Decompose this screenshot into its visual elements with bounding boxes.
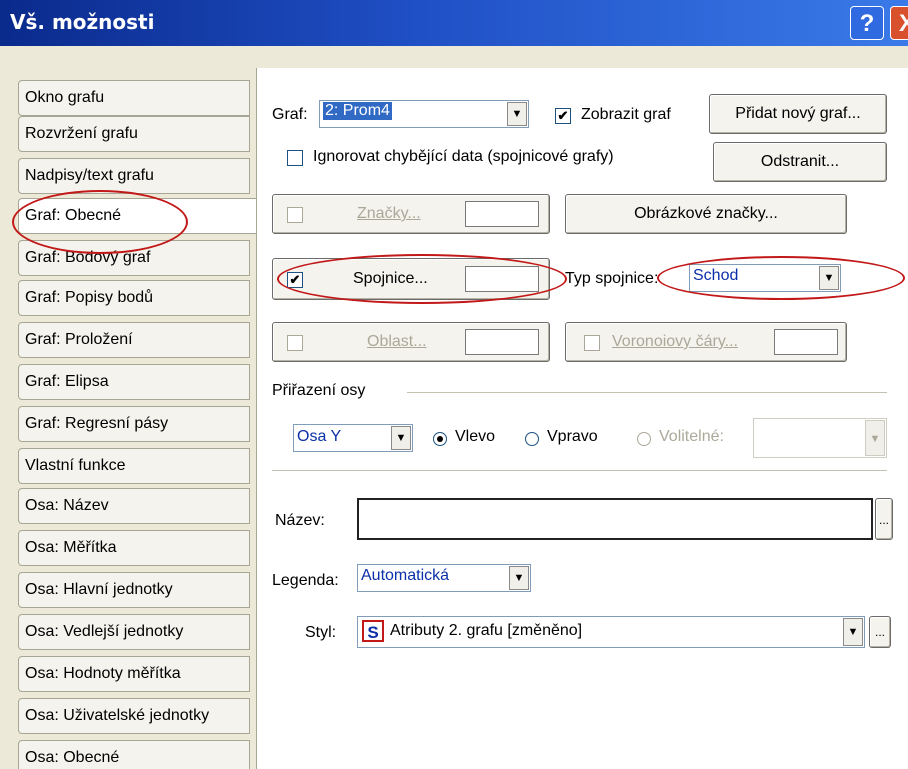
legend-select-value: Automatická xyxy=(361,567,450,584)
style-select[interactable]: S Atributy 2. grafu [změněno] ▼ xyxy=(357,616,865,648)
graph-label: Graf: xyxy=(272,106,308,123)
axis-select-value: Osa Y xyxy=(297,428,342,445)
show-graph-label: Zobrazit graf xyxy=(581,106,671,123)
style-icon: S xyxy=(362,620,384,642)
tab-graf-bodovy-graf[interactable]: Graf: Bodový graf xyxy=(18,240,250,276)
line-type-select[interactable]: Schod ▼ xyxy=(689,264,841,292)
voronoi-swatch[interactable] xyxy=(774,329,838,355)
markers-checkbox[interactable] xyxy=(287,207,303,223)
style-select-value: Atributy 2. grafu [změněno] xyxy=(390,622,583,639)
ignore-missing-label: Ignorovat chybějící data (spojnicové gra… xyxy=(313,148,614,165)
lines-swatch[interactable] xyxy=(465,266,539,292)
chevron-down-icon[interactable]: ▼ xyxy=(507,102,527,126)
name-label: Název: xyxy=(275,512,325,529)
tab-graf-prolozeni[interactable]: Graf: Proložení xyxy=(18,322,250,358)
area-button[interactable]: Oblast... xyxy=(367,333,427,351)
tab-graf-popisy-bodu[interactable]: Graf: Popisy bodů xyxy=(18,280,250,316)
lines-checkbox[interactable]: ✔ xyxy=(287,272,303,288)
style-label: Styl: xyxy=(305,624,337,641)
legend-select[interactable]: Automatická ▼ xyxy=(357,564,531,592)
legend-label: Legenda: xyxy=(272,572,339,589)
chevron-down-icon[interactable]: ▼ xyxy=(819,266,839,290)
show-graph-checkbox[interactable]: ✔ xyxy=(555,108,571,124)
area-swatch[interactable] xyxy=(465,329,539,355)
graph-select-value: 2: Prom4 xyxy=(323,102,392,120)
window-title: Vš. možnosti xyxy=(10,10,155,34)
axis-left-radio[interactable] xyxy=(433,432,447,446)
axis-left-label: Vlevo xyxy=(455,428,496,445)
axis-select[interactable]: Osa Y ▼ xyxy=(293,424,413,452)
chevron-down-icon[interactable]: ▼ xyxy=(843,618,863,646)
title-bar: Vš. možnosti ? X xyxy=(0,0,908,46)
line-type-value: Schod xyxy=(693,267,739,284)
tab-osa-hlavni-jednotky[interactable]: Osa: Hlavní jednotky xyxy=(18,572,250,608)
tab-osa-meritka[interactable]: Osa: Měřítka xyxy=(18,530,250,566)
chevron-down-icon[interactable]: ▼ xyxy=(509,566,529,590)
axis-right-radio[interactable] xyxy=(525,432,539,446)
tab-osa-hodnoty-meritka[interactable]: Osa: Hodnoty měřítka xyxy=(18,656,250,692)
graph-select[interactable]: 2: Prom4 ▼ xyxy=(319,100,529,128)
axis-custom-select[interactable]: ▼ xyxy=(753,418,887,458)
remove-graph-button[interactable]: Odstranit... xyxy=(713,142,887,182)
tab-osa-uzivatelske-jednotky[interactable]: Osa: Uživatelské jednotky xyxy=(18,698,250,734)
name-input[interactable] xyxy=(357,498,873,540)
close-button[interactable]: X xyxy=(890,6,908,40)
tab-rozvrzeni-grafu[interactable]: Rozvržení grafu xyxy=(18,116,250,152)
voronoi-button[interactable]: Voronoiovy čáry... xyxy=(612,333,738,351)
line-type-label: Typ spojnice: xyxy=(565,270,659,287)
markers-button[interactable]: Značky... xyxy=(357,205,421,223)
markers-swatch[interactable] xyxy=(465,201,539,227)
tab-nadpisy-text-grafu[interactable]: Nadpisy/text grafu xyxy=(18,158,250,194)
tab-okno-grafu[interactable]: Okno grafu xyxy=(18,80,250,116)
tab-graf-elipsa[interactable]: Graf: Elipsa xyxy=(18,364,250,400)
tab-osa-obecne[interactable]: Osa: Obecné xyxy=(18,740,250,769)
voronoi-checkbox[interactable] xyxy=(584,335,600,351)
chevron-down-icon[interactable]: ▼ xyxy=(865,420,885,456)
area-group: Oblast... xyxy=(272,322,550,362)
group-divider xyxy=(407,392,887,393)
ignore-missing-checkbox[interactable] xyxy=(287,150,303,166)
markers-group: Značky... xyxy=(272,194,550,234)
tab-list: Okno grafu Rozvržení grafu Nadpisy/text … xyxy=(8,58,260,769)
lines-button[interactable]: Spojnice... xyxy=(353,270,428,288)
lines-group: ✔ Spojnice... xyxy=(272,258,550,300)
separator xyxy=(272,470,887,471)
axis-custom-radio[interactable] xyxy=(637,432,651,446)
image-markers-button[interactable]: Obrázkové značky... xyxy=(565,194,847,234)
axis-custom-label: Volitelné: xyxy=(659,428,724,445)
voronoi-group: Voronoiovy čáry... xyxy=(565,322,847,362)
area-checkbox[interactable] xyxy=(287,335,303,351)
tab-vlastni-funkce[interactable]: Vlastní funkce xyxy=(18,448,250,484)
tab-graf-regresni-pasy[interactable]: Graf: Regresní pásy xyxy=(18,406,250,442)
tab-content: Graf: 2: Prom4 ▼ ✔ Zobrazit graf Přidat … xyxy=(256,68,908,769)
axis-right-label: Vpravo xyxy=(547,428,598,445)
tab-osa-vedlejsi-jednotky[interactable]: Osa: Vedlejší jednotky xyxy=(18,614,250,650)
chevron-down-icon[interactable]: ▼ xyxy=(391,426,411,450)
axis-assignment-label: Přiřazení osy xyxy=(272,382,366,399)
help-button[interactable]: ? xyxy=(850,6,884,40)
add-graph-button[interactable]: Přidat nový graf... xyxy=(709,94,887,134)
tab-graf-obecne[interactable]: Graf: Obecné xyxy=(18,198,260,234)
style-ellipsis-button[interactable]: ... xyxy=(869,616,891,648)
tab-osa-nazev[interactable]: Osa: Název xyxy=(18,488,250,524)
name-ellipsis-button[interactable]: ... xyxy=(875,498,893,540)
options-dialog: Vš. možnosti ? X Okno grafu Rozvržení gr… xyxy=(0,0,908,769)
